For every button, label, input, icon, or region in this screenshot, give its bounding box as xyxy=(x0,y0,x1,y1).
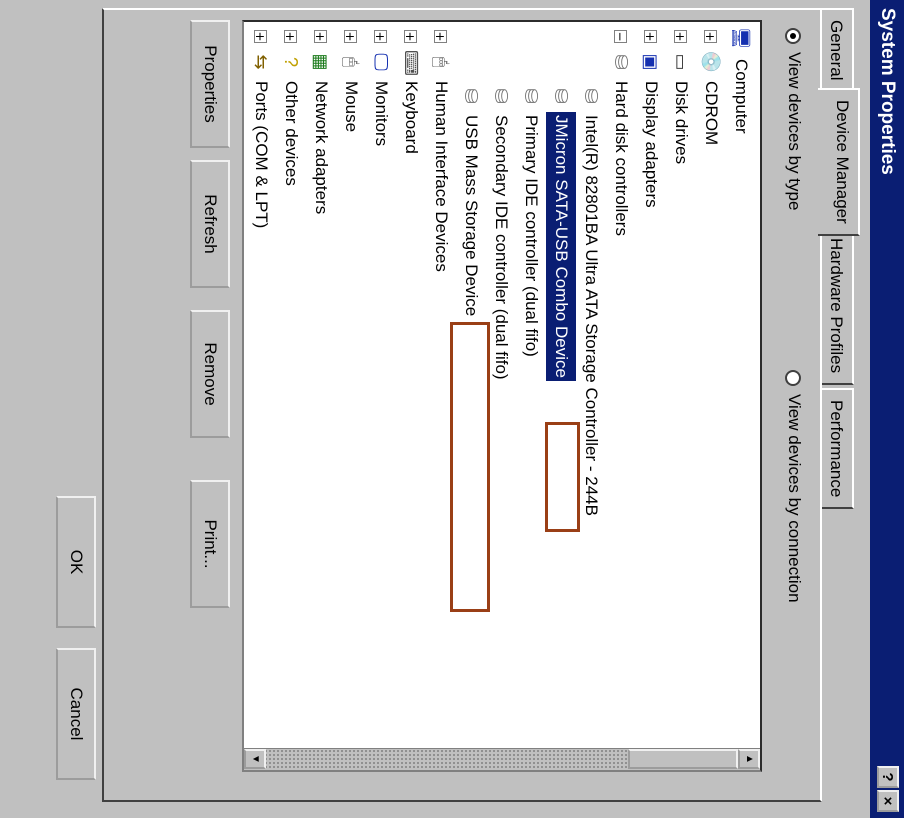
tree-node-label: Computer xyxy=(732,59,751,134)
radio-by-type[interactable] xyxy=(785,28,802,44)
tree-node-label: Secondary IDE controller (dual fifo) xyxy=(492,115,511,380)
close-button[interactable]: × xyxy=(877,790,899,812)
expand-icon[interactable]: + xyxy=(283,30,297,43)
device-manager-panel: View devices by type View devices by con… xyxy=(102,8,822,802)
tree-node[interactable]: 🖥 Computer xyxy=(726,22,756,742)
view-by-connection-label: View devices by connection xyxy=(785,394,804,603)
view-by-type-label: View devices by type xyxy=(785,52,804,211)
display-adapter-icon: ▣ xyxy=(641,53,661,71)
tree-node-label: Ports (COM & LPT) xyxy=(252,81,271,229)
tree-node[interactable]: + ▭ Disk drives xyxy=(666,22,696,742)
ok-button[interactable]: OK xyxy=(56,496,96,628)
properties-button[interactable]: Properties xyxy=(190,20,230,148)
tree-node[interactable]: ⛁ Primary IDE controller (dual fifo) xyxy=(516,22,546,742)
tree-node[interactable]: − ⛁ Hard disk controllers xyxy=(606,22,636,742)
radio-by-connection[interactable] xyxy=(785,370,802,386)
expand-icon[interactable]: + xyxy=(703,30,717,43)
tree-node[interactable]: + ⇆ Ports (COM & LPT) xyxy=(246,22,276,742)
tree-node[interactable]: + 💿 CDROM xyxy=(696,22,726,742)
expand-icon[interactable]: + xyxy=(403,30,417,43)
tree-node-label: Keyboard xyxy=(402,81,421,154)
controller-icon: ⛁ xyxy=(461,88,481,104)
highlight-box-jmicron xyxy=(545,422,580,532)
tree-node-label: USB Mass Storage Device xyxy=(462,115,481,317)
tree-node[interactable]: + ⌨ Keyboard xyxy=(396,22,426,742)
tree-node[interactable]: +? Other devices xyxy=(276,22,306,742)
remove-button[interactable]: Remove xyxy=(190,310,230,438)
tree-node-label: Primary IDE controller (dual fifo) xyxy=(522,115,541,357)
expand-icon[interactable]: + xyxy=(253,30,267,43)
tree-node-label: Hard disk controllers xyxy=(612,81,631,236)
tree-node-label: CDROM xyxy=(702,81,721,146)
ports-icon: ⇆ xyxy=(251,54,271,70)
monitor-icon: 🖵 xyxy=(371,53,391,71)
cancel-button[interactable]: Cancel xyxy=(56,648,96,780)
expand-icon[interactable]: + xyxy=(373,30,387,43)
computer-icon: 🖥 xyxy=(731,26,751,50)
tree-node-label: Other devices xyxy=(282,81,301,186)
controller-icon: ⛁ xyxy=(491,88,511,104)
hid-icon: 🖱 xyxy=(431,56,451,68)
scroll-track[interactable] xyxy=(266,749,628,769)
tree-node[interactable]: + 🖵 Monitors xyxy=(366,22,396,742)
help-button[interactable]: ? xyxy=(877,766,899,788)
vertical-scrollbar[interactable]: ▲ ▼ xyxy=(244,748,760,770)
expand-icon[interactable]: + xyxy=(433,30,447,43)
disk-drive-icon: ▭ xyxy=(671,53,691,71)
cdrom-icon: 💿 xyxy=(701,50,721,74)
tree-node-label: Network adapters xyxy=(312,81,331,215)
controller-icon: ⛁ xyxy=(581,88,601,104)
expand-icon[interactable]: + xyxy=(343,30,357,43)
system-properties-window: System Properties ? × General Device Man… xyxy=(0,0,904,818)
tree-node[interactable]: + ▦ Network adapters xyxy=(306,22,336,742)
tab-device-manager[interactable]: Device Manager xyxy=(818,88,860,236)
tree-node-label: Mouse xyxy=(342,81,361,133)
expand-icon[interactable]: + xyxy=(313,30,327,43)
device-tree[interactable]: 🖥 Computer + 💿 CDROM + ▭ Disk drives + ▣ Display a… xyxy=(242,20,762,772)
network-adapter-icon: ▦ xyxy=(311,53,331,71)
tree-node[interactable]: ⛁ Intel(R) 82801BA Ultra ATA Storage Cont… xyxy=(576,22,606,742)
tree-node[interactable]: + ▣ Display adapters xyxy=(636,22,666,742)
title-bar: System Properties ? × xyxy=(870,0,904,818)
tree-node[interactable]: ⛁ JMicron SATA-USB Combo Device xyxy=(545,22,577,742)
tab-performance[interactable]: Performance xyxy=(820,388,854,510)
refresh-button[interactable]: Refresh xyxy=(190,160,230,288)
controller-icon: ⛁ xyxy=(551,88,571,104)
tree-node-label: Intel(R) 82801BA Ultra ATA Storage Contr… xyxy=(582,115,601,516)
tree-node-label: Monitors xyxy=(372,81,391,147)
scroll-up-button[interactable]: ▲ xyxy=(738,749,760,769)
mouse-icon: 🖰 xyxy=(341,56,361,68)
tree-node-label: Disk drives xyxy=(672,81,691,165)
keyboard-icon: ⌨ xyxy=(401,50,421,76)
scroll-down-button[interactable]: ▼ xyxy=(244,749,266,769)
tab-hardware-profiles[interactable]: Hardware Profiles xyxy=(820,226,854,386)
collapse-icon[interactable]: − xyxy=(613,30,627,43)
expand-icon[interactable]: + xyxy=(673,30,687,43)
hard-disk-controller-icon: ⛁ xyxy=(611,54,631,70)
window-title: System Properties xyxy=(877,8,898,175)
view-by-connection-option[interactable]: View devices by connection xyxy=(784,370,804,603)
other-devices-icon: ? xyxy=(281,56,301,67)
expand-icon[interactable]: + xyxy=(643,30,657,43)
tree-node-label: Human Interface Devices xyxy=(432,81,451,272)
scroll-thumb[interactable] xyxy=(628,749,738,769)
tree-node-label: JMicron SATA-USB Combo Device xyxy=(545,103,577,390)
controller-icon: ⛁ xyxy=(521,88,541,104)
tree-node[interactable]: ⛁ Secondary IDE controller (dual fifo) xyxy=(486,22,516,742)
highlight-box-usb xyxy=(450,322,490,612)
print-button[interactable]: Print... xyxy=(190,480,230,608)
view-by-type-option[interactable]: View devices by type xyxy=(784,28,804,210)
tree-node[interactable]: + 🖰 Mouse xyxy=(336,22,366,742)
tree-node-label: Display adapters xyxy=(642,81,661,208)
tab-general[interactable]: General xyxy=(820,8,854,93)
